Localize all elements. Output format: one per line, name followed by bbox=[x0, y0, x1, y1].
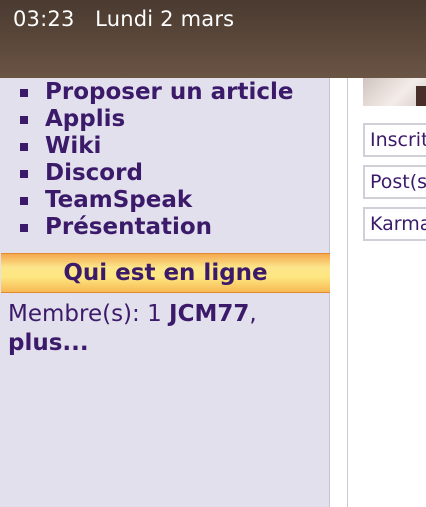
stat-label: Karma bbox=[370, 213, 426, 235]
stat-karma: Karma bbox=[363, 207, 426, 241]
sidebar-item-label: Applis bbox=[45, 106, 126, 132]
status-date: Lundi 2 mars bbox=[95, 7, 235, 31]
stat-inscrit: Inscrit bbox=[363, 123, 426, 157]
status-time: 03:23 bbox=[13, 7, 75, 31]
sidebar-item-label: Wiki bbox=[45, 133, 102, 159]
column-divider bbox=[347, 78, 348, 507]
online-members: Membre(s): 1 JCM77, plus... bbox=[8, 300, 323, 358]
bullet-icon bbox=[20, 116, 28, 124]
sidebar-item-label: Présentation bbox=[45, 214, 213, 240]
who-is-online-header: Qui est en ligne bbox=[1, 253, 330, 293]
status-bar: 03:23 Lundi 2 mars bbox=[0, 0, 426, 78]
members-label: Membre(s): 1 bbox=[8, 301, 170, 327]
bullet-icon bbox=[20, 197, 28, 205]
bullet-icon bbox=[20, 143, 28, 151]
stat-label: Post(s) bbox=[370, 171, 426, 193]
status-datetime: 03:23 Lundi 2 mars bbox=[13, 7, 234, 31]
stat-label: Inscrit bbox=[370, 129, 426, 151]
bullet-icon bbox=[20, 224, 28, 232]
members-separator: , bbox=[249, 301, 257, 327]
bullet-icon bbox=[20, 170, 28, 178]
avatar bbox=[363, 78, 426, 106]
sidebar: Proposer un article Applis Wiki Discord … bbox=[0, 78, 330, 507]
more-members-link[interactable]: plus... bbox=[8, 330, 89, 356]
sidebar-item-label: Discord bbox=[45, 160, 143, 186]
who-is-online-title: Qui est en ligne bbox=[63, 260, 268, 286]
sidebar-item-label: Proposer un article bbox=[45, 79, 294, 105]
sidebar-item-label: TeamSpeak bbox=[45, 187, 193, 213]
bullet-icon bbox=[20, 89, 28, 97]
avatar-detail bbox=[416, 86, 426, 106]
member-link[interactable]: JCM77 bbox=[169, 301, 249, 327]
stat-posts: Post(s) bbox=[363, 165, 426, 199]
